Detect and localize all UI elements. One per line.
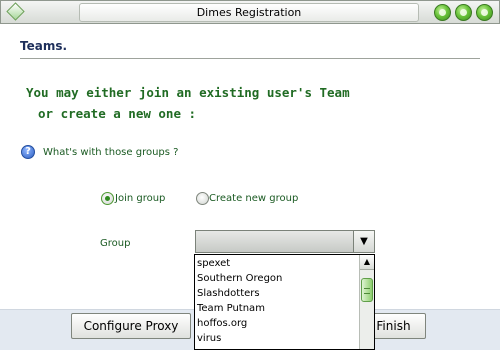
section-title: Teams. bbox=[20, 39, 68, 53]
dropdown-scrollbar[interactable]: ▲ bbox=[359, 255, 374, 349]
close-icon[interactable] bbox=[476, 4, 493, 21]
configure-proxy-button[interactable]: Configure Proxy bbox=[71, 313, 191, 339]
headline: You may either join an existing user's T… bbox=[26, 82, 466, 124]
group-option[interactable]: hoffos.org bbox=[195, 316, 360, 331]
group-label: Group bbox=[100, 238, 131, 249]
headline-line2: or create a new one : bbox=[38, 106, 197, 121]
group-combobox[interactable]: ▼ bbox=[195, 230, 375, 253]
maximize-icon[interactable] bbox=[455, 4, 472, 21]
scroll-thumb[interactable] bbox=[361, 278, 373, 302]
radio-join-group[interactable] bbox=[101, 192, 114, 205]
group-option[interactable]: Slashdotters bbox=[195, 286, 360, 301]
group-option[interactable]: virus bbox=[195, 331, 360, 346]
group-option[interactable]: Team Putnam bbox=[195, 301, 360, 316]
window-title: Dimes Registration bbox=[79, 3, 419, 22]
title-bar: Dimes Registration bbox=[0, 0, 500, 24]
headline-line1: You may either join an existing user's T… bbox=[26, 85, 350, 100]
group-option[interactable]: Southern Oregon bbox=[195, 271, 360, 286]
help-link[interactable]: What's with those groups ? bbox=[43, 147, 178, 158]
radio-join-group-label[interactable]: Join group bbox=[115, 193, 165, 204]
chevron-down-icon[interactable]: ▼ bbox=[353, 231, 374, 252]
radio-create-group-label[interactable]: Create new group bbox=[209, 193, 298, 204]
minimize-icon[interactable] bbox=[434, 4, 451, 21]
help-icon[interactable]: ? bbox=[21, 145, 35, 159]
group-option-list: spexet Southern Oregon Slashdotters Team… bbox=[195, 256, 360, 346]
scroll-up-icon[interactable]: ▲ bbox=[360, 255, 374, 270]
group-option[interactable]: spexet bbox=[195, 256, 360, 271]
window-menu-diamond-icon[interactable] bbox=[6, 2, 25, 21]
section-divider bbox=[20, 58, 480, 59]
radio-create-group[interactable] bbox=[196, 192, 209, 205]
group-dropdown-list[interactable]: spexet Southern Oregon Slashdotters Team… bbox=[194, 254, 375, 350]
